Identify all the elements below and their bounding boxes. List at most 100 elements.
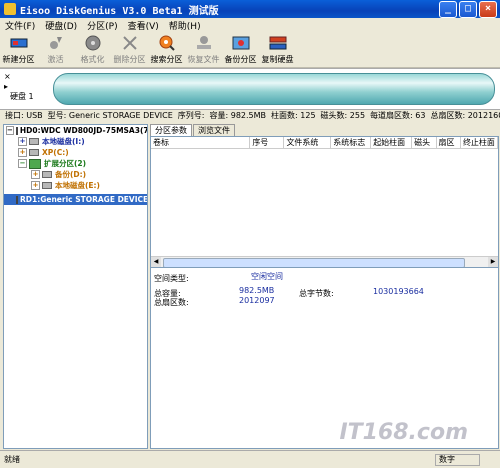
total-sectors-value: 2012097: [239, 296, 275, 305]
tree-item-xp[interactable]: + XP(C:): [4, 147, 147, 158]
disk-info-bar: 接口: USB 型号: Generic STORAGE DEVICE 序列号: …: [0, 108, 500, 122]
column-header[interactable]: 系统标志: [331, 137, 372, 148]
tab-partition-params[interactable]: 分区参数: [150, 124, 192, 136]
window-title: Eisoo DiskGenius V3.0 Beta1 测试版: [20, 5, 219, 17]
tree-item-backup[interactable]: + 备份(D:): [4, 169, 147, 180]
expand-icon[interactable]: +: [31, 181, 40, 190]
interface-info: 接口: USB: [5, 110, 43, 120]
scroll-right-icon[interactable]: ▶: [488, 257, 498, 267]
tree-label: HD0:WDC WD800JD-75MSA3(75GB): [19, 126, 147, 135]
menu-view[interactable]: 查看(V): [123, 19, 164, 32]
menu-partition[interactable]: 分区(P): [82, 19, 122, 32]
disk-partition-bar[interactable]: [53, 73, 495, 105]
search-partition-icon: [157, 34, 177, 52]
serial-info: 序列号:: [177, 110, 205, 120]
backup-partition-button[interactable]: 备份分区: [222, 33, 259, 67]
extended-partition-icon: [29, 158, 41, 169]
hard-disk-icon: [16, 195, 18, 204]
horizontal-scrollbar[interactable]: ◀ ▶: [151, 256, 498, 267]
expand-icon[interactable]: +: [31, 170, 40, 179]
menu-file[interactable]: 文件(F): [0, 19, 40, 32]
tree-label: 本地磁盘(E:): [55, 181, 100, 190]
menu-disk[interactable]: 硬盘(D): [40, 19, 82, 32]
copy-disk-icon: [268, 34, 288, 52]
backup-partition-label: 备份分区: [224, 55, 257, 64]
tree-item-extended[interactable]: − 扩展分区(2): [4, 158, 147, 169]
heads-info: 磁头数: 255: [320, 110, 366, 120]
sectors-info: 每道扇区数: 63: [370, 110, 426, 120]
delete-partition-label: 删除分区: [113, 55, 146, 64]
scroll-left-icon[interactable]: ◀: [151, 257, 161, 267]
delete-partition-button[interactable]: 删除分区: [111, 33, 148, 67]
cylinders-info: 柱面数: 125: [271, 110, 316, 120]
title-bar[interactable]: Eisoo DiskGenius V3.0 Beta1 测试版 _ □ ×: [0, 0, 500, 18]
activate-icon: [46, 34, 66, 52]
partition-icon: [29, 138, 39, 145]
partition-panel: 分区参数 浏览文件 卷标 序号 文件系统 系统标志 起始柱面 磁头 扇区 终止柱…: [150, 124, 499, 449]
column-header[interactable]: 扇区: [437, 137, 461, 148]
total-capacity-value: 982.5MB: [239, 286, 275, 295]
capacity-info: 容量: 982.5MB: [209, 110, 267, 120]
total-bytes-label: 总字节数:: [299, 289, 334, 298]
collapse-icon[interactable]: −: [6, 126, 14, 135]
status-bar: 就绪 数字: [0, 450, 500, 468]
expand-icon[interactable]: +: [18, 148, 27, 157]
minimize-button[interactable]: _: [439, 1, 457, 18]
collapse-icon[interactable]: −: [18, 159, 27, 168]
column-header[interactable]: 磁头: [412, 137, 437, 148]
maximize-button[interactable]: □: [459, 1, 477, 18]
total-sectors-label: 总扇区数:: [154, 298, 189, 307]
disk-tree: − HD0:WDC WD800JD-75MSA3(75GB) + 本地磁盘(I:…: [3, 124, 148, 449]
column-header[interactable]: 文件系统: [284, 137, 332, 148]
new-partition-label: 新建分区: [2, 55, 35, 64]
tree-label: XP(C:): [42, 148, 69, 157]
tree-item-local-i[interactable]: + 本地磁盘(I:): [4, 136, 147, 147]
recover-file-icon: [194, 34, 214, 52]
partition-icon: [42, 171, 52, 178]
disk-map-label: 硬盘 1: [10, 92, 34, 101]
total-sectors-info: 总扇区数: 2012160: [430, 110, 500, 120]
app-icon: [4, 3, 16, 15]
delete-partition-icon: [120, 34, 140, 52]
column-header[interactable]: 卷标: [151, 137, 251, 148]
copy-disk-label: 复制硬盘: [261, 55, 294, 64]
new-partition-button[interactable]: 新建分区: [0, 33, 37, 67]
disk-map-panel: × ▸ 硬盘 1: [0, 68, 500, 110]
numlock-indicator: 数字: [435, 454, 480, 466]
column-header[interactable]: 终止柱面: [461, 137, 498, 148]
partition-icon: [42, 182, 52, 189]
format-label: 格式化: [80, 55, 105, 64]
format-button[interactable]: 格式化: [74, 33, 111, 67]
tab-browse-files[interactable]: 浏览文件: [193, 124, 235, 136]
recover-file-button[interactable]: 恢复文件: [185, 33, 222, 67]
close-button[interactable]: ×: [479, 1, 497, 18]
prev-disk-arrow-icon[interactable]: ×: [4, 72, 11, 81]
space-type-label: 空间类型:: [154, 274, 189, 283]
new-partition-icon: [9, 34, 29, 52]
model-info: 型号: Generic STORAGE DEVICE: [47, 110, 173, 120]
column-header[interactable]: 起始柱面: [371, 137, 413, 148]
tree-item-rd1[interactable]: RD1:Generic STORAGE DEVICE: [4, 194, 147, 205]
tree-item-hd0[interactable]: − HD0:WDC WD800JD-75MSA3(75GB): [4, 125, 147, 136]
column-header[interactable]: 序号: [250, 137, 285, 148]
hard-disk-icon: [15, 126, 18, 135]
expand-icon[interactable]: +: [18, 137, 27, 146]
next-disk-arrow-icon[interactable]: ▸: [4, 82, 8, 91]
tree-label: 本地磁盘(I:): [42, 137, 85, 146]
copy-disk-button[interactable]: 复制硬盘: [259, 33, 296, 67]
menu-help[interactable]: 帮助(H): [164, 19, 206, 32]
table-header: 卷标 序号 文件系统 系统标志 起始柱面 磁头 扇区 终止柱面: [151, 137, 498, 149]
status-text: 就绪: [4, 455, 20, 464]
tab-bar: 分区参数 浏览文件: [150, 124, 497, 136]
search-partition-button[interactable]: 搜索分区: [148, 33, 185, 67]
recover-file-label: 恢复文件: [187, 55, 220, 64]
total-bytes-value: 1030193664: [373, 287, 424, 296]
activate-button[interactable]: 激活: [37, 33, 74, 67]
space-type-value: 空闲空间: [251, 272, 283, 281]
activate-label: 激活: [47, 55, 64, 64]
menu-bar: 文件(F) 硬盘(D) 分区(P) 查看(V) 帮助(H): [0, 18, 500, 32]
partition-icon: [29, 149, 39, 156]
backup-partition-icon: [231, 34, 251, 52]
tree-label: 扩展分区(2): [44, 159, 87, 168]
tree-item-local-e[interactable]: + 本地磁盘(E:): [4, 180, 147, 191]
